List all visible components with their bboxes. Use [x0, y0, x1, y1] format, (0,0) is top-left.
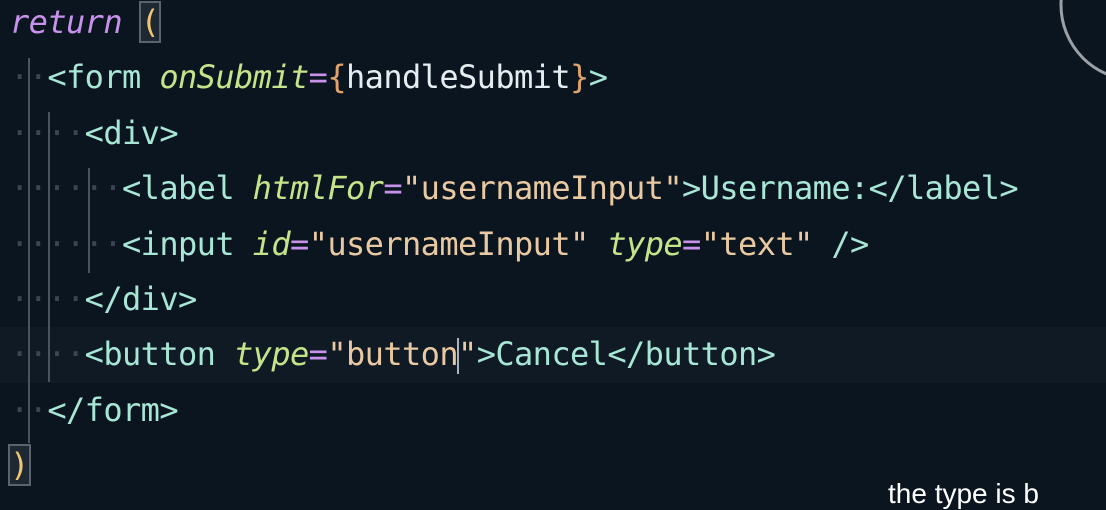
code-token-brace: { — [327, 58, 347, 97]
code-token-kw: return — [10, 3, 123, 41]
whitespace-dots: ······ — [10, 169, 123, 208]
code-token-brace: } — [570, 58, 589, 97]
video-subtitle: the type is b — [888, 478, 1039, 509]
code-token-str: "button — [327, 335, 459, 374]
code-token-str: "usernameInput" — [308, 224, 590, 263]
code-token-tag: </form> — [47, 390, 179, 429]
code-token-eq: = — [308, 335, 328, 374]
code-token-paren: ( — [138, 1, 162, 43]
indent-guide — [48, 112, 50, 382]
code-token-tag: > — [588, 58, 608, 97]
code-token-tag: <div> — [84, 113, 179, 152]
code-token-tag: </div> — [84, 279, 198, 318]
code-token-eq: = — [308, 58, 328, 97]
code-line[interactable]: ··</form> — [10, 383, 1106, 438]
code-token-attr: htmlFor — [252, 169, 384, 208]
code-token-eq: = — [290, 224, 309, 263]
code-token-str: "usernameInput" — [402, 169, 683, 208]
code-token-eq: = — [682, 224, 701, 263]
code-line[interactable]: ····<button type="button">Cancel</button… — [0, 327, 1106, 383]
code-line[interactable]: ······<label htmlFor="usernameInput">Use… — [10, 161, 1106, 216]
code-token-attr: type — [607, 224, 683, 263]
code-line[interactable]: return ( — [10, 0, 1106, 50]
code-token-tag: >Cancel</button> — [476, 335, 776, 374]
code-token-tag: <form — [47, 58, 160, 97]
code-token-eq: = — [383, 169, 403, 208]
code-token-attr: onSubmit — [159, 58, 309, 97]
code-editor[interactable]: return (··<form onSubmit={handleSubmit}>… — [0, 0, 1106, 494]
code-line[interactable]: ······<input id="usernameInput" type="te… — [10, 217, 1106, 272]
code-token-str: " — [458, 335, 477, 374]
code-token-tag: /> — [812, 224, 869, 263]
code-token-str: "text" — [700, 224, 814, 263]
whitespace-dots: ······ — [10, 224, 123, 263]
code-line[interactable]: ··<form onSubmit={handleSubmit}> — [10, 50, 1106, 105]
code-token-attr: type — [234, 335, 309, 374]
code-line[interactable]: ····</div> — [10, 272, 1106, 327]
indent-guide — [28, 58, 30, 443]
code-line[interactable]: ····<div> — [10, 106, 1106, 161]
code-token-tag: >Username:</label> — [682, 169, 1019, 208]
code-token-tag: <label — [122, 169, 253, 208]
code-token-tag: <button — [84, 335, 234, 374]
code-token-paren: ) — [8, 444, 31, 487]
code-token-attr: id — [252, 224, 291, 263]
indent-guide — [88, 168, 90, 273]
code-token-tag: <input — [122, 224, 253, 263]
code-token-plain: handleSubmit — [346, 58, 571, 97]
